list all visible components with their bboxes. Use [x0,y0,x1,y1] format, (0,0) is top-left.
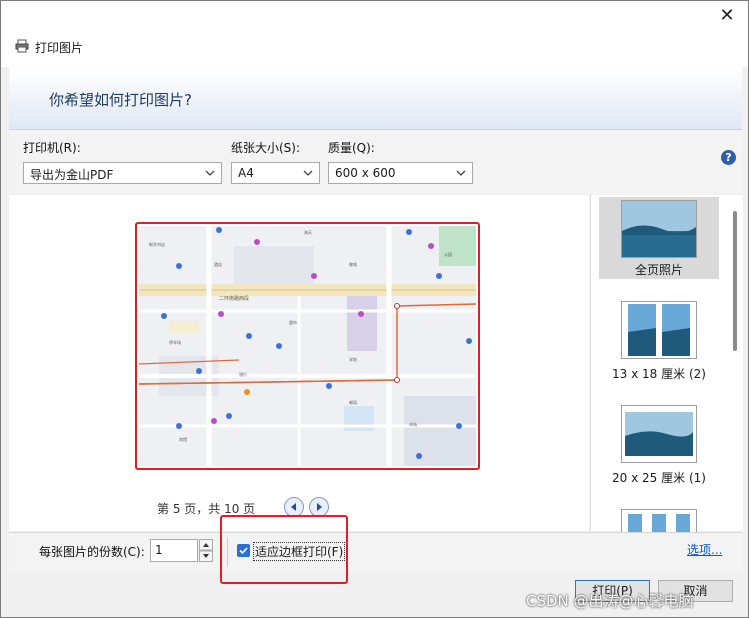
print-dialog: ✕ 打印图片 你希望如何打印图片? 打印机(R): 导出为金山PDF 纸张大小(… [0,0,749,618]
quality-value: 600 x 600 [335,166,396,180]
map-label: 公园 [444,251,452,257]
preview-pane: 二环南路西段 新华书店 海天 酒店 咖啡 公园 停车场 超市 学校 银行 邮局 … [9,195,589,531]
paper-size-label: 纸张大小(S): [231,141,301,155]
quality-select[interactable]: 600 x 600 [328,162,473,184]
map-label: 咖啡 [349,261,357,267]
13x18-thumbnail [621,301,697,359]
printer-select[interactable]: 导出为金山PDF [23,162,222,184]
watermark-text: CSDN @出涛@心馨电脑 [526,592,694,610]
map-label: 新华书店 [149,241,165,247]
arrow-right-icon [317,503,322,511]
chevron-down-icon [205,170,215,176]
next-page-button[interactable] [309,497,329,517]
banner-heading: 你希望如何打印图片? [49,91,192,109]
printer-icon [15,39,29,53]
layout-scrollbar[interactable] [733,211,737,351]
printer-value: 导出为金山PDF [30,168,114,182]
copies-value: 1 [155,543,163,557]
map-label: 停车场 [169,339,181,345]
layout-item-full-page[interactable]: 全页照片 [599,197,719,279]
chevron-down-icon [303,170,313,176]
map-label: 银行 [239,371,247,377]
map-label: 市场 [409,421,417,427]
bottom-bar: 每张图片的份数(C): 1 适应边框打印(F) 选项... [9,532,742,573]
copies-input[interactable]: 1 [150,539,198,562]
copies-stepper[interactable] [199,539,213,562]
full-page-thumbnail [621,200,697,258]
20x25-thumbnail [621,405,697,463]
layout-label: 13 x 18 厘米 (2) [612,367,706,381]
stepper-arrows-icon [199,539,213,562]
layout-label: 全页照片 [634,263,683,277]
layout-item-13x18[interactable]: 13 x 18 厘米 (2) [599,301,719,383]
chevron-down-icon [456,170,466,176]
layout-label: 20 x 25 厘米 (1) [612,471,706,485]
quality-label: 质量(Q): [328,141,375,155]
map-label: 超市 [289,319,297,325]
instruction-banner: 你希望如何打印图片? [9,67,742,130]
close-button[interactable]: ✕ [716,5,738,27]
arrow-left-icon [291,503,296,511]
paper-size-select[interactable]: A4 [231,162,320,184]
fit-option-highlight [220,515,348,584]
printer-label: 打印机(R): [23,141,81,155]
map-preview-image: 二环南路西段 新华书店 海天 酒店 咖啡 公园 停车场 超市 学校 银行 邮局 … [139,226,476,466]
layout-list: 全页照片 13 x 18 厘米 (2) 20 x 25 厘米 (1) [590,195,743,533]
layout-item-20x25[interactable]: 20 x 25 厘米 (1) [599,405,719,487]
map-road-label: 二环南路西段 [219,295,249,302]
title-bar: ✕ 打印图片 [1,1,748,67]
map-label: 学校 [349,356,357,362]
map-label: 海天 [304,229,312,235]
map-label: 宾馆 [179,436,187,442]
options-row: 打印机(R): 导出为金山PDF 纸张大小(S): A4 质量(Q): 600 … [9,130,742,194]
map-label: 酒店 [214,261,222,267]
map-label: 邮局 [349,399,357,405]
window-title: 打印图片 [35,41,84,55]
paper-size-value: A4 [238,166,254,180]
options-link[interactable]: 选项... [687,541,722,558]
layout-thumbnail [621,509,697,533]
copies-label: 每张图片的份数(C): [39,545,145,559]
layout-item-more[interactable] [599,509,719,533]
help-icon[interactable]: ? [721,150,736,165]
previous-page-button[interactable] [284,497,304,517]
